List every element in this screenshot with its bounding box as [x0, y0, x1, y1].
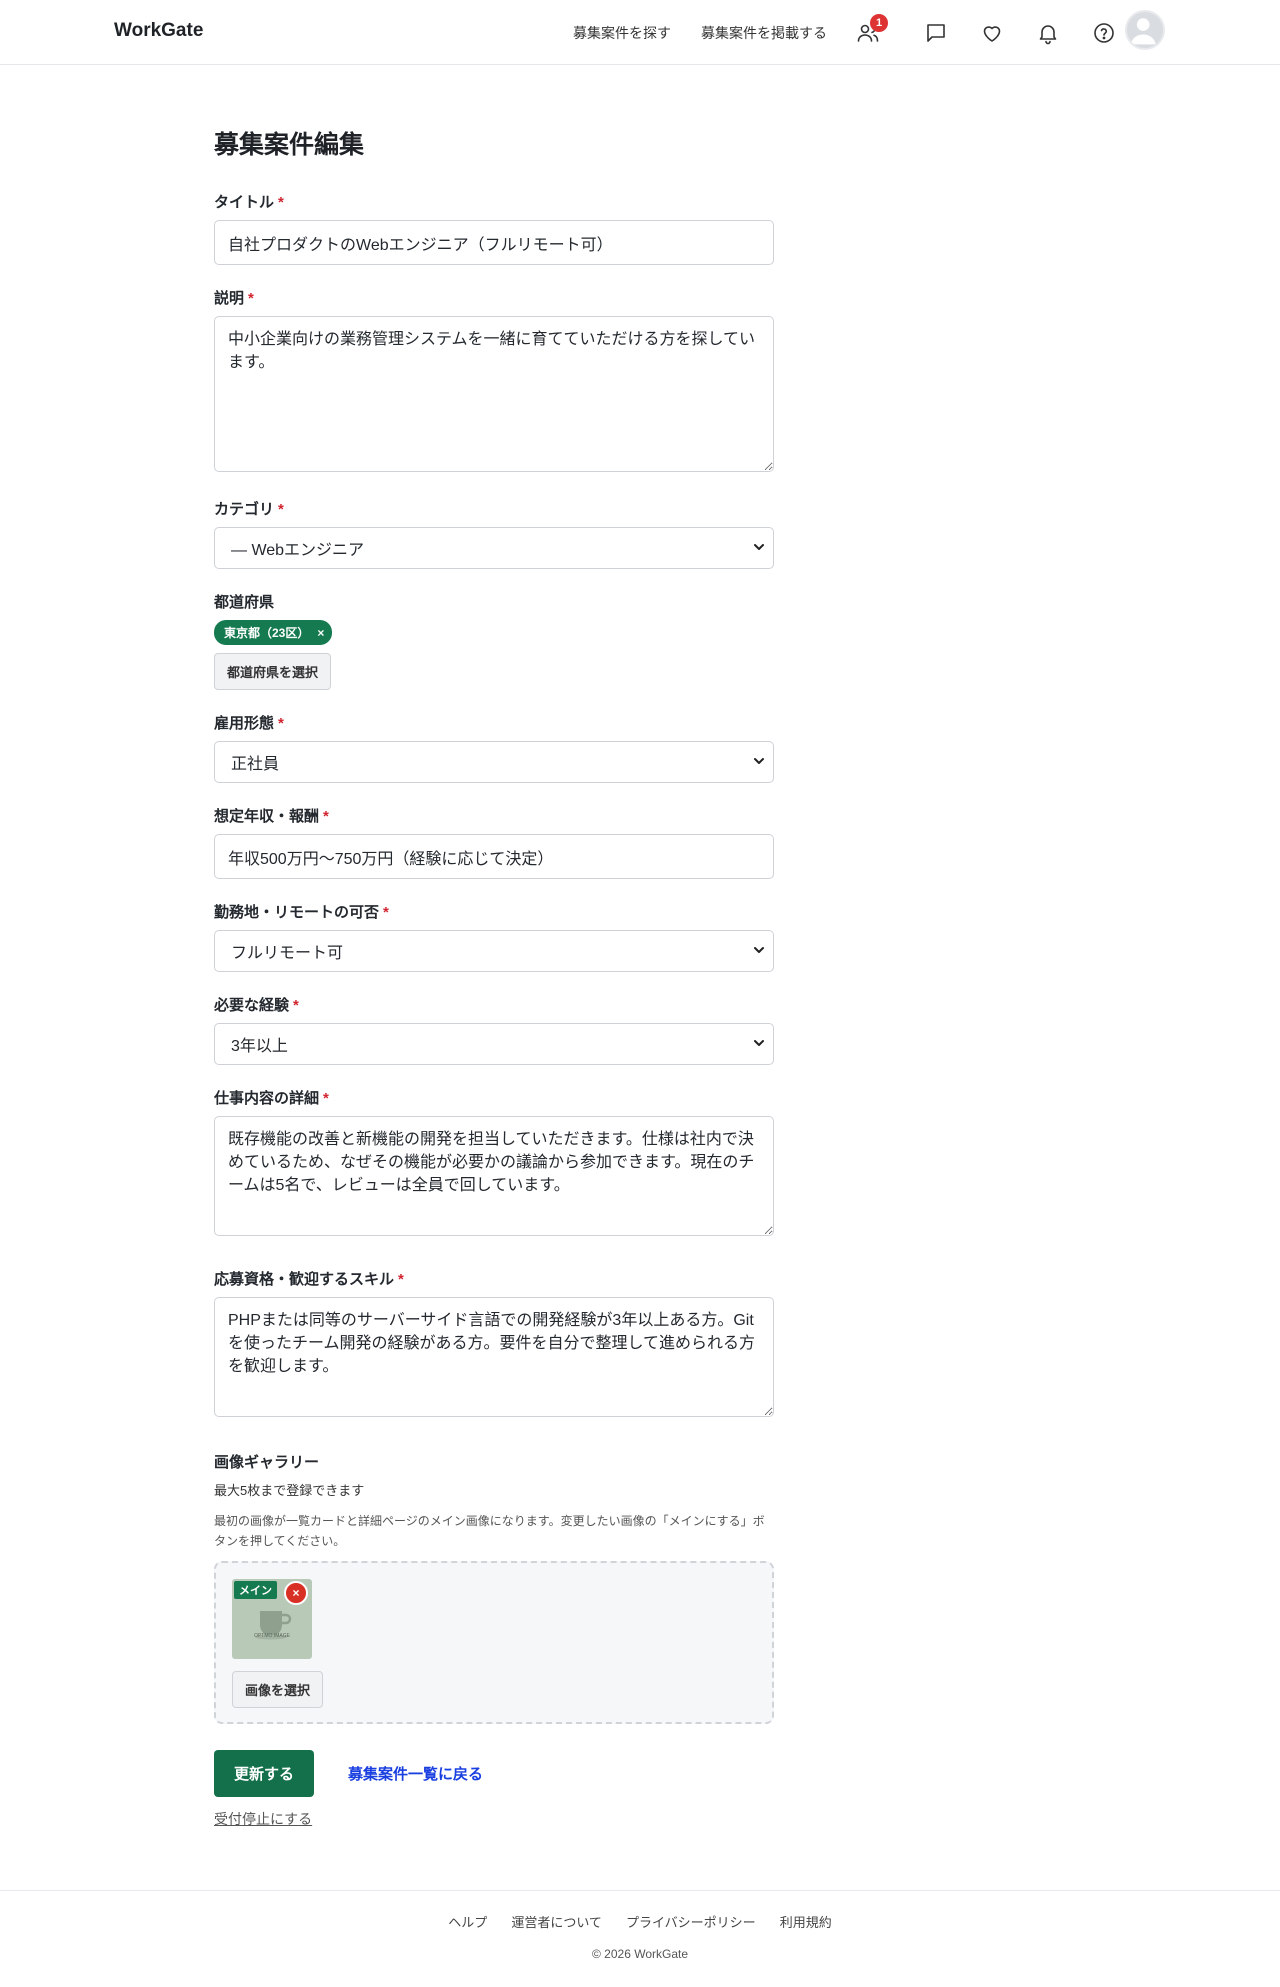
description-textarea[interactable]: 中小企業向けの業務管理システムを一緒に育てていただける方を探しています。: [214, 316, 774, 472]
site-footer: ヘルプ 運営者について プライバシーポリシー 利用規約 © 2026 WorkG…: [0, 1890, 1280, 1987]
stop-recruiting-link[interactable]: 受付停止にする: [214, 1809, 312, 1829]
notification-badge: 1: [870, 14, 888, 32]
required-mark: *: [383, 904, 389, 921]
required-mark: *: [248, 290, 254, 307]
salary-input[interactable]: [214, 834, 774, 879]
description-field: 説明 * 中小企業向けの業務管理システムを一緒に育てていただける方を探しています。: [214, 287, 774, 476]
experience-field: 必要な経験 * 3年以上: [214, 994, 774, 1065]
title-input[interactable]: [214, 220, 774, 265]
bell-icon[interactable]: [1020, 14, 1076, 52]
employment-field: 雇用形態 * 正社員: [214, 712, 774, 783]
update-button[interactable]: 更新する: [214, 1750, 315, 1797]
location-label: 勤務地・リモートの可否 *: [214, 904, 389, 921]
skills-field: 応募資格・歓迎するスキル * PHPまたは同等のサーバーサイド言語での開発経験が3…: [214, 1268, 774, 1421]
category-label: カテゴリ *: [214, 501, 284, 518]
required-mark: *: [278, 501, 284, 518]
footer-link-terms[interactable]: 利用規約: [780, 1912, 832, 1931]
thumbnail-caption: OPTMO IMAGE: [254, 1633, 290, 1639]
select-prefecture-button[interactable]: 都道府県を選択: [214, 653, 332, 690]
job-detail-label: 仕事内容の詳細 *: [214, 1090, 329, 1107]
gallery-note: 最大5枚まで登録できます: [214, 1483, 365, 1498]
job-detail-textarea[interactable]: 既存機能の改善と新機能の開発を担当していただきます。仕様は社内で決めているため、…: [214, 1116, 774, 1236]
edit-form: 募集案件編集 タイトル* 説明* 中小企業向けの業務管理システムを一緒に育ててい…: [214, 65, 774, 1829]
category-select[interactable]: — Webエンジニア: [214, 527, 774, 569]
category-field: カテゴリ * — Webエンジニア: [214, 498, 774, 569]
employment-select[interactable]: 正社員: [214, 741, 774, 783]
main-nav: 募集案件を探す 募集案件を掲載する: [573, 23, 827, 43]
experience-select[interactable]: 3年以上: [214, 1023, 774, 1065]
users-icon[interactable]: 1: [852, 14, 908, 52]
location-field: 勤務地・リモートの可否 * フルリモート可: [214, 901, 774, 972]
gallery-thumbnail[interactable]: OPTMO IMAGE メイン ×: [232, 1579, 312, 1659]
form-actions: 更新する 募集案件一覧に戻る: [214, 1750, 774, 1797]
message-icon[interactable]: [908, 14, 964, 52]
gallery-dropzone[interactable]: OPTMO IMAGE メイン × 画像を選択: [214, 1561, 774, 1724]
skills-label: 応募資格・歓迎するスキル *: [214, 1271, 404, 1288]
main-image-tag: メイン: [234, 1581, 277, 1599]
footer-link-privacy[interactable]: プライバシーポリシー: [626, 1912, 756, 1931]
chip-remove-icon[interactable]: ×: [317, 626, 324, 640]
footer-links: ヘルプ 運営者について プライバシーポリシー 利用規約: [0, 1912, 1280, 1931]
required-mark: *: [323, 808, 329, 825]
site-header: WorkGate 募集案件を探す 募集案件を掲載する 1: [0, 0, 1280, 65]
prefecture-label: 都道府県: [214, 594, 275, 611]
avatar[interactable]: [1125, 10, 1165, 50]
required-mark: *: [293, 997, 299, 1014]
help-icon[interactable]: [1076, 14, 1132, 52]
skills-textarea[interactable]: PHPまたは同等のサーバーサイド言語での開発経験が3年以上ある方。Gitを使った…: [214, 1297, 774, 1417]
nav-post-job[interactable]: 募集案件を掲載する: [701, 23, 827, 43]
prefecture-field: 都道府県 東京都（23区） × 都道府県を選択: [214, 591, 774, 690]
header-icons: 1: [852, 14, 1132, 52]
select-image-button[interactable]: 画像を選択: [232, 1671, 324, 1708]
required-mark: *: [398, 1271, 404, 1288]
salary-label: 想定年収・報酬 *: [214, 808, 329, 825]
required-mark: *: [323, 1090, 329, 1107]
job-detail-field: 仕事内容の詳細 * 既存機能の改善と新機能の開発を担当していただきます。仕様は社内…: [214, 1087, 774, 1240]
location-select[interactable]: フルリモート可: [214, 930, 774, 972]
gallery-field: 画像ギャラリー 最大5枚まで登録できます 最初の画像が一覧カードと詳細ページのメ…: [214, 1451, 774, 1724]
required-mark: *: [278, 715, 284, 732]
nav-find-jobs[interactable]: 募集案件を探す: [573, 23, 671, 43]
prefecture-chip: 東京都（23区） ×: [214, 620, 333, 645]
description-label: 説明 *: [214, 290, 254, 307]
page-title: 募集案件編集: [214, 131, 365, 159]
required-mark: *: [278, 194, 284, 211]
back-to-list-link[interactable]: 募集案件一覧に戻る: [348, 1763, 483, 1784]
heart-icon[interactable]: [964, 14, 1020, 52]
title-field: タイトル *: [214, 191, 774, 265]
experience-label: 必要な経験 *: [214, 997, 299, 1014]
footer-link-about[interactable]: 運営者について: [511, 1912, 602, 1931]
title-label: タイトル *: [214, 194, 284, 211]
gallery-label: 画像ギャラリー: [214, 1454, 320, 1471]
employment-label: 雇用形態 *: [214, 715, 284, 732]
gallery-help: 最初の画像が一覧カードと詳細ページのメイン画像になります。変更したい画像の「メイ…: [214, 1514, 765, 1548]
copyright: © 2026 WorkGate: [592, 1947, 688, 1961]
remove-image-icon[interactable]: ×: [284, 1581, 308, 1605]
logo[interactable]: WorkGate: [114, 20, 203, 42]
footer-link-help[interactable]: ヘルプ: [448, 1912, 487, 1931]
salary-field: 想定年収・報酬 *: [214, 805, 774, 879]
